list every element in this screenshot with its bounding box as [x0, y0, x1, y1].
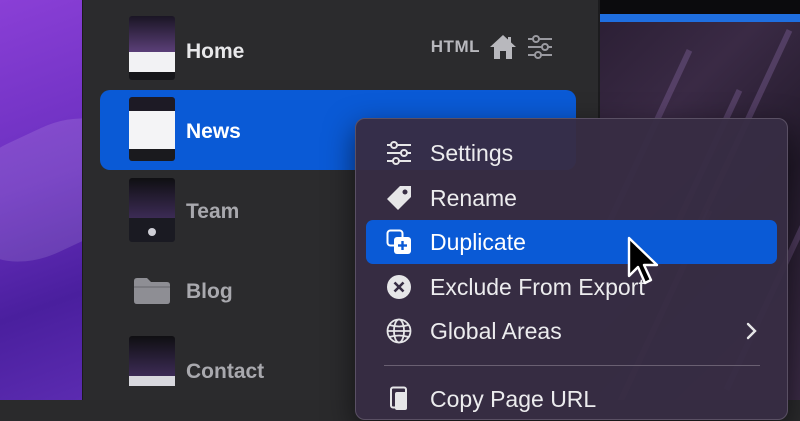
copy-link-icon: [390, 386, 407, 410]
menu-separator: [384, 365, 760, 366]
desktop-wallpaper: [0, 0, 82, 400]
page-label: Team: [186, 200, 240, 223]
page-label: Contact: [186, 360, 265, 383]
menu-item-global-areas[interactable]: Global Areas: [366, 309, 777, 353]
context-menu: Settings Rename Duplicate Exclude From E…: [355, 118, 788, 420]
home-icon[interactable]: [488, 33, 518, 61]
page-thumbnail: [129, 336, 175, 400]
sliders-icon: [387, 141, 411, 165]
menu-item-duplicate[interactable]: Duplicate: [366, 220, 777, 264]
page-label: News: [186, 120, 241, 143]
globe-icon: [386, 318, 412, 344]
menu-item-label: Global Areas: [430, 318, 562, 344]
page-label: Blog: [186, 280, 233, 303]
folder-icon: [134, 278, 170, 304]
html-badge: HTML: [430, 37, 480, 56]
page-thumbnail: [129, 97, 175, 161]
menu-item-label: Settings: [430, 140, 514, 166]
page-label: Home: [186, 40, 245, 63]
preview-accent-bar: [600, 14, 800, 22]
page-thumbnail: [129, 178, 175, 242]
menu-item-label: Rename: [430, 185, 517, 211]
menu-item-exclude-from-export[interactable]: Exclude From Export: [366, 265, 777, 309]
menu-item-rename[interactable]: Rename: [366, 176, 777, 220]
chevron-right-icon: [746, 322, 757, 340]
x-circle-icon: [387, 275, 411, 299]
menu-item-copy-page-url[interactable]: Copy Page URL: [366, 377, 777, 421]
page-settings-icon[interactable]: [526, 35, 554, 59]
menu-item-settings[interactable]: Settings: [366, 131, 777, 175]
tag-icon: [387, 186, 411, 210]
duplicate-icon: [386, 229, 411, 254]
menu-item-label: Duplicate: [430, 229, 526, 255]
page-thumbnail: [129, 16, 175, 80]
mouse-pointer-icon: [627, 236, 659, 285]
menu-item-label: Exclude From Export: [430, 274, 645, 300]
page-item-home[interactable]: Home HTML: [100, 10, 576, 90]
